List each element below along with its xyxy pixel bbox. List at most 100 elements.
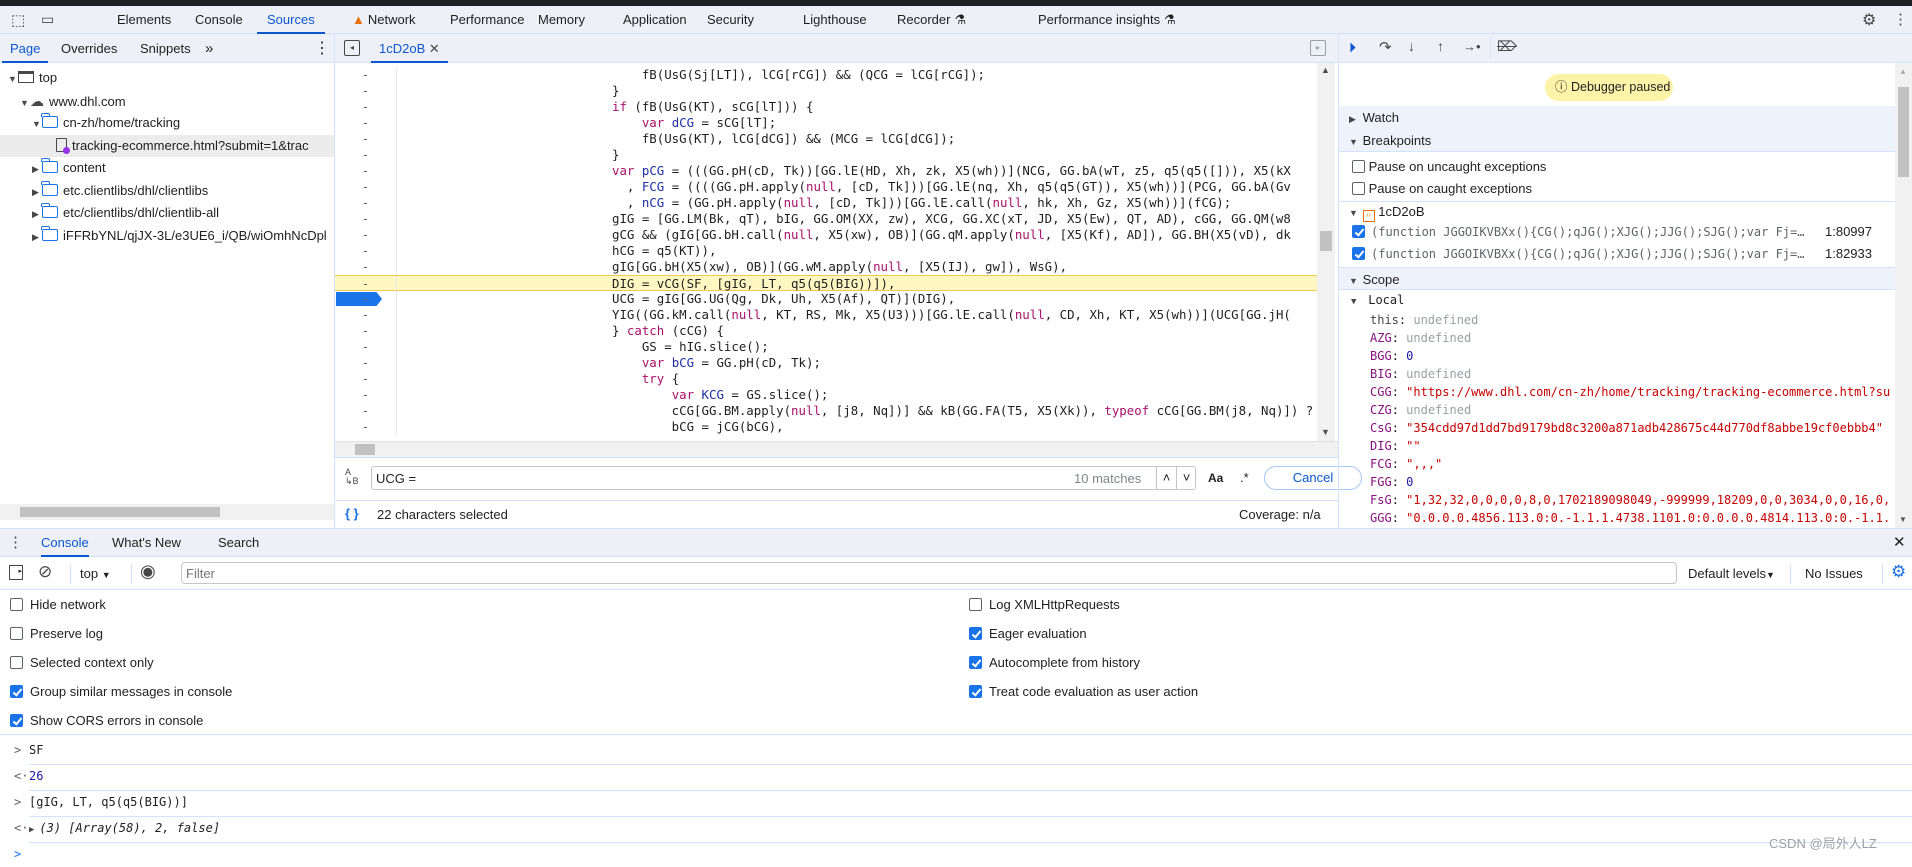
- scope-variable[interactable]: FGG: 0: [1370, 473, 1413, 491]
- code-line[interactable]: -}: [335, 147, 1317, 163]
- scope-variable[interactable]: DIG: "": [1370, 437, 1421, 455]
- code-line[interactable]: - fB(UsG(Sj[LT]), lCG[rCG]) && (QCG = lC…: [335, 67, 1317, 83]
- replace-toggle-icon[interactable]: A ↳B: [345, 468, 359, 486]
- code-line[interactable]: - cCG[GG.BM.apply(null, [j8, Nq])] && kB…: [335, 403, 1317, 419]
- code-line[interactable]: - YIG((GG.kM.call(null, KT, RS, Mk, X5(U3…: [335, 307, 1317, 323]
- console-setting[interactable]: Selected context only: [10, 655, 154, 670]
- breakpoint-item[interactable]: (function JGGOIKVBXx(){CG();qJG();XJG();…: [1352, 224, 1892, 239]
- scroll-down-icon[interactable]: ▼: [1321, 427, 1330, 437]
- scope-variable[interactable]: CZG: undefined: [1370, 401, 1471, 419]
- line-gutter[interactable]: -: [335, 163, 397, 179]
- console-settings-gear-icon[interactable]: ⚙: [1891, 562, 1906, 582]
- sidebar-v-scrollbar[interactable]: ▲ ▼: [1895, 63, 1912, 528]
- code-line[interactable]: - var bCG = GG.pH(cD, Tk);: [335, 355, 1317, 371]
- breakpoint-checkbox[interactable]: [1352, 225, 1365, 238]
- local-scope-header[interactable]: ▼ Local: [1351, 293, 1404, 307]
- code-line[interactable]: - UCG = gIG[GG.UG(Qg, Dk, Uh, X5(Af), QT)…: [335, 291, 1317, 307]
- tab-page[interactable]: Page: [1, 34, 49, 63]
- console-setting[interactable]: Log XMLHttpRequests: [969, 597, 1120, 612]
- console-setting[interactable]: Treat code evaluation as user action: [969, 684, 1198, 699]
- line-gutter[interactable]: -: [335, 131, 397, 147]
- console-setting[interactable]: Eager evaluation: [969, 626, 1087, 641]
- code-line[interactable]: - bCG = jCG(bCG),: [335, 419, 1317, 435]
- setting-checkbox[interactable]: [10, 598, 23, 611]
- tree-item[interactable]: ▶ etc.clientlibs/dhl/clientlibs: [0, 180, 334, 202]
- scroll-down-icon[interactable]: ▼: [1899, 515, 1907, 524]
- code-line[interactable]: -}: [335, 83, 1317, 99]
- setting-checkbox[interactable]: [10, 656, 23, 669]
- tree-item[interactable]: tracking-ecommerce.html?submit=1&trac: [0, 134, 334, 157]
- line-gutter[interactable]: -: [335, 291, 397, 307]
- paused-code-line[interactable]: - DIG = vCG(SF, [gIG, LT, q5(q5(BIG))]),: [335, 275, 1317, 292]
- clear-console-icon[interactable]: ⊘: [38, 562, 52, 582]
- step-over-icon[interactable]: ↷: [1379, 38, 1392, 56]
- context-selector[interactable]: top ▼: [80, 566, 111, 581]
- expanded-arrow-icon[interactable]: ▼: [20, 92, 30, 112]
- checkbox[interactable]: [1352, 160, 1365, 173]
- line-gutter[interactable]: -: [335, 339, 397, 355]
- code-h-scrollbar[interactable]: [335, 441, 1338, 457]
- search-input[interactable]: UCG = 10 matches ˄ ˅: [371, 466, 1196, 490]
- line-gutter[interactable]: -: [335, 115, 397, 131]
- console-setting[interactable]: Group similar messages in console: [10, 684, 232, 699]
- device-toolbar-icon[interactable]: ▭: [41, 11, 54, 28]
- step-into-icon[interactable]: ↓: [1408, 38, 1415, 54]
- navigator-h-scrollbar[interactable]: [0, 504, 334, 520]
- scrollbar-thumb[interactable]: [355, 444, 375, 455]
- code-v-scrollbar[interactable]: ▲ ▼: [1317, 63, 1335, 441]
- checkbox[interactable]: [1352, 182, 1365, 195]
- setting-checkbox[interactable]: [969, 685, 982, 698]
- console-result-entry[interactable]: <· ▶ (3) [Array(58), 2, false]: [0, 816, 1912, 841]
- breakpoint-file-group[interactable]: ▼ ‹› 1cD2oB: [1349, 204, 1425, 222]
- line-gutter[interactable]: -: [335, 227, 397, 243]
- line-gutter[interactable]: -: [335, 259, 397, 275]
- line-gutter[interactable]: -: [335, 276, 397, 292]
- inspect-element-icon[interactable]: ⬚: [11, 11, 25, 29]
- toggle-navigator-icon[interactable]: ◂: [344, 40, 360, 56]
- setting-checkbox[interactable]: [10, 627, 23, 640]
- console-prompt[interactable]: >: [0, 842, 1912, 867]
- code-line[interactable]: - if (fB(UsG(KT), sCG[lT])) {: [335, 99, 1317, 115]
- scroll-up-icon[interactable]: ▲: [1899, 67, 1907, 76]
- scrollbar-thumb[interactable]: [20, 507, 220, 517]
- tab-elements[interactable]: Elements: [117, 6, 171, 34]
- tab-performance[interactable]: Performance: [450, 6, 524, 34]
- match-case-button[interactable]: Aa: [1208, 471, 1223, 485]
- line-gutter[interactable]: -: [335, 371, 397, 387]
- console-input-entry[interactable]: > [gIG, LT, q5(q5(BIG))]: [0, 790, 1912, 815]
- breakpoint-checkbox[interactable]: [1352, 247, 1365, 260]
- tab-network[interactable]: ▲ Network: [352, 6, 416, 34]
- code-line[interactable]: - gIG[GG.bH(X5(xw), OB)](GG.wM.apply(null…: [335, 259, 1317, 275]
- setting-checkbox[interactable]: [10, 714, 23, 727]
- line-gutter[interactable]: -: [335, 243, 397, 259]
- line-gutter[interactable]: -: [335, 387, 397, 403]
- close-drawer-icon[interactable]: ✕: [1893, 529, 1906, 557]
- code-line[interactable]: - var KCG = GS.slice();: [335, 387, 1317, 403]
- breakpoint-marker-icon[interactable]: [336, 292, 382, 306]
- scope-variable[interactable]: GGG: "0.0.0.0.4856.113.0:0.-1.1.1.4738.1…: [1370, 509, 1890, 527]
- code-line[interactable]: - gCG && (gIG[GG.bH.call(null, X5(xw), OB…: [335, 227, 1317, 243]
- line-gutter[interactable]: -: [335, 179, 397, 195]
- code-line[interactable]: - gIG = [GG.LM(Bk, qT), bIG, GG.OM(XX, zw…: [335, 211, 1317, 227]
- tree-item[interactable]: ▶ content: [0, 157, 334, 179]
- console-setting[interactable]: Hide network: [10, 597, 106, 612]
- step-icon[interactable]: →•: [1463, 39, 1481, 54]
- scope-variable[interactable]: BIG: undefined: [1370, 365, 1471, 383]
- setting-checkbox[interactable]: [969, 627, 982, 640]
- tab-recorder[interactable]: Recorder ⚗: [897, 6, 966, 34]
- scroll-up-icon[interactable]: ▲: [1321, 65, 1330, 75]
- deactivate-breakpoints-icon[interactable]: ⌦: [1497, 38, 1517, 55]
- scrollbar-thumb[interactable]: [1898, 87, 1909, 177]
- tab-sources[interactable]: Sources: [257, 6, 325, 34]
- code-line[interactable]: - GS = hIG.slice();: [335, 339, 1317, 355]
- code-area[interactable]: - fB(UsG(Sj[LT]), lCG[rCG]) && (QCG = lC…: [335, 63, 1338, 441]
- pause-uncaught-checkbox[interactable]: Pause on uncaught exceptions: [1352, 159, 1546, 174]
- code-line[interactable]: - hCG = q5(KT)),: [335, 243, 1317, 259]
- resume-icon[interactable]: ⏵: [1349, 39, 1356, 56]
- live-expression-eye-icon[interactable]: ◉: [140, 561, 156, 582]
- settings-gear-icon[interactable]: ⚙: [1862, 10, 1876, 30]
- line-gutter[interactable]: -: [335, 147, 397, 163]
- drawer-menu-icon[interactable]: ⋮: [8, 529, 23, 557]
- code-line[interactable]: - try {: [335, 371, 1317, 387]
- pause-caught-checkbox[interactable]: Pause on caught exceptions: [1352, 181, 1532, 196]
